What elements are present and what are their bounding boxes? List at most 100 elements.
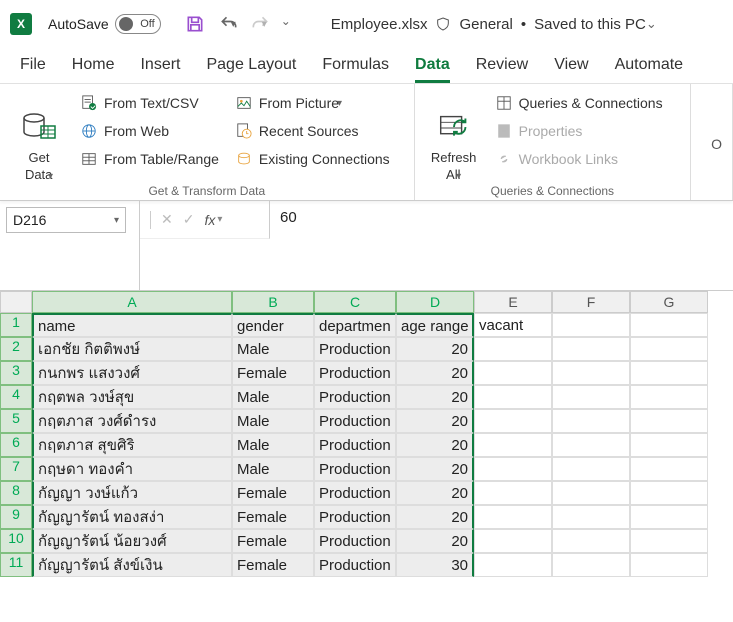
undo-button[interactable]: ▾ bbox=[219, 14, 236, 34]
queries-connections-button[interactable]: Queries & Connections bbox=[491, 92, 667, 114]
cell[interactable] bbox=[474, 433, 552, 457]
cell[interactable]: Production bbox=[314, 337, 396, 361]
cell[interactable]: กฤตภาส สุขศิริ bbox=[32, 433, 232, 457]
tab-data[interactable]: Data bbox=[415, 56, 450, 83]
cell[interactable]: Female bbox=[232, 529, 314, 553]
cell[interactable]: กัญญารัตน์ สังข์เงิน bbox=[32, 553, 232, 577]
row-header[interactable]: 2 bbox=[0, 337, 32, 361]
row-header[interactable]: 11 bbox=[0, 553, 32, 577]
select-all-corner[interactable] bbox=[0, 291, 32, 313]
chevron-down-icon[interactable]: ▾ bbox=[114, 215, 119, 226]
cell[interactable]: gender bbox=[232, 313, 314, 337]
tab-home[interactable]: Home bbox=[72, 56, 115, 83]
row-header[interactable]: 9 bbox=[0, 505, 32, 529]
formula-input[interactable]: 60 bbox=[270, 201, 733, 239]
cell[interactable] bbox=[552, 409, 630, 433]
cell[interactable] bbox=[474, 505, 552, 529]
cell[interactable] bbox=[474, 529, 552, 553]
column-header[interactable]: D bbox=[396, 291, 474, 313]
save-icon[interactable] bbox=[185, 14, 205, 34]
cell[interactable]: 20 bbox=[396, 481, 474, 505]
from-picture-button[interactable]: From Picture ▾ bbox=[231, 92, 394, 114]
tab-formulas[interactable]: Formulas bbox=[322, 56, 389, 83]
cell[interactable]: departmen bbox=[314, 313, 396, 337]
cell[interactable] bbox=[552, 505, 630, 529]
recent-sources-button[interactable]: Recent Sources bbox=[231, 120, 394, 142]
row-header[interactable]: 5 bbox=[0, 409, 32, 433]
cell[interactable]: 30 bbox=[396, 553, 474, 577]
cancel-formula-icon[interactable]: ✕ bbox=[161, 211, 173, 228]
cell[interactable] bbox=[474, 385, 552, 409]
cell[interactable]: Production bbox=[314, 481, 396, 505]
cell[interactable]: กฤตพล วงษ์สุข bbox=[32, 385, 232, 409]
cell[interactable]: 20 bbox=[396, 337, 474, 361]
cell[interactable]: Male bbox=[232, 385, 314, 409]
cell[interactable]: Female bbox=[232, 505, 314, 529]
cell[interactable] bbox=[552, 553, 630, 577]
enter-formula-icon[interactable]: ✓ bbox=[183, 211, 195, 228]
cell[interactable]: 20 bbox=[396, 433, 474, 457]
chevron-down-icon[interactable]: ▾ bbox=[231, 19, 236, 30]
chevron-down-icon[interactable]: ⌄ bbox=[646, 16, 657, 32]
cell[interactable] bbox=[552, 385, 630, 409]
existing-connections-button[interactable]: Existing Connections bbox=[231, 148, 394, 170]
cell[interactable]: Male bbox=[232, 433, 314, 457]
cell[interactable] bbox=[474, 361, 552, 385]
get-data-button[interactable]: Get Data ▾ bbox=[10, 90, 68, 182]
cell[interactable]: กฤษดา ทองคำ bbox=[32, 457, 232, 481]
tab-insert[interactable]: Insert bbox=[140, 56, 180, 83]
row-header[interactable]: 3 bbox=[0, 361, 32, 385]
row-header[interactable]: 6 bbox=[0, 433, 32, 457]
sensitivity-label[interactable]: General bbox=[459, 16, 512, 33]
cell[interactable] bbox=[552, 481, 630, 505]
column-header[interactable]: F bbox=[552, 291, 630, 313]
cell[interactable]: age range bbox=[396, 313, 474, 337]
cell[interactable] bbox=[474, 409, 552, 433]
cell[interactable]: Female bbox=[232, 481, 314, 505]
cell[interactable]: 20 bbox=[396, 385, 474, 409]
cell[interactable] bbox=[474, 553, 552, 577]
cell[interactable] bbox=[552, 313, 630, 337]
column-header[interactable]: A bbox=[32, 291, 232, 313]
refresh-all-button[interactable]: Refresh All ▾ bbox=[425, 90, 483, 182]
cell[interactable]: Male bbox=[232, 409, 314, 433]
cell[interactable] bbox=[552, 457, 630, 481]
row-header[interactable]: 10 bbox=[0, 529, 32, 553]
column-header[interactable]: B bbox=[232, 291, 314, 313]
cell[interactable]: Production bbox=[314, 409, 396, 433]
cell[interactable]: กัญญารัตน์ ทองสง่า bbox=[32, 505, 232, 529]
column-header[interactable]: E bbox=[474, 291, 552, 313]
tab-review[interactable]: Review bbox=[476, 56, 528, 83]
autosave-toggle[interactable]: Off bbox=[115, 14, 161, 34]
cell[interactable]: เอกชัย กิตติพงษ์ bbox=[32, 337, 232, 361]
cell[interactable]: Production bbox=[314, 553, 396, 577]
cell[interactable]: Production bbox=[314, 457, 396, 481]
save-location[interactable]: Saved to this PC bbox=[534, 16, 646, 33]
row-header[interactable]: 4 bbox=[0, 385, 32, 409]
cell[interactable]: vacant bbox=[474, 313, 552, 337]
cell[interactable]: Male bbox=[232, 337, 314, 361]
cell[interactable] bbox=[630, 361, 708, 385]
cell[interactable]: Female bbox=[232, 553, 314, 577]
row-header[interactable]: 1 bbox=[0, 313, 32, 337]
cell[interactable] bbox=[630, 313, 708, 337]
row-header[interactable]: 7 bbox=[0, 457, 32, 481]
from-web-button[interactable]: From Web bbox=[76, 120, 223, 142]
cell[interactable] bbox=[630, 385, 708, 409]
cell[interactable] bbox=[552, 337, 630, 361]
cell[interactable]: กนกพร แสงวงศ์ bbox=[32, 361, 232, 385]
cell[interactable]: กัญญารัตน์ น้อยวงศ์ bbox=[32, 529, 232, 553]
row-header[interactable]: 8 bbox=[0, 481, 32, 505]
cell[interactable]: Production bbox=[314, 505, 396, 529]
from-text-csv-button[interactable]: From Text/CSV bbox=[76, 92, 223, 114]
cell[interactable] bbox=[630, 553, 708, 577]
cell[interactable] bbox=[474, 481, 552, 505]
cell[interactable]: Production bbox=[314, 385, 396, 409]
cell[interactable]: 20 bbox=[396, 505, 474, 529]
cell[interactable] bbox=[552, 361, 630, 385]
chevron-down-icon[interactable]: ▾ bbox=[217, 214, 222, 225]
tab-page-layout[interactable]: Page Layout bbox=[206, 56, 296, 83]
cell[interactable] bbox=[474, 457, 552, 481]
cell[interactable] bbox=[474, 337, 552, 361]
cell[interactable]: 20 bbox=[396, 361, 474, 385]
